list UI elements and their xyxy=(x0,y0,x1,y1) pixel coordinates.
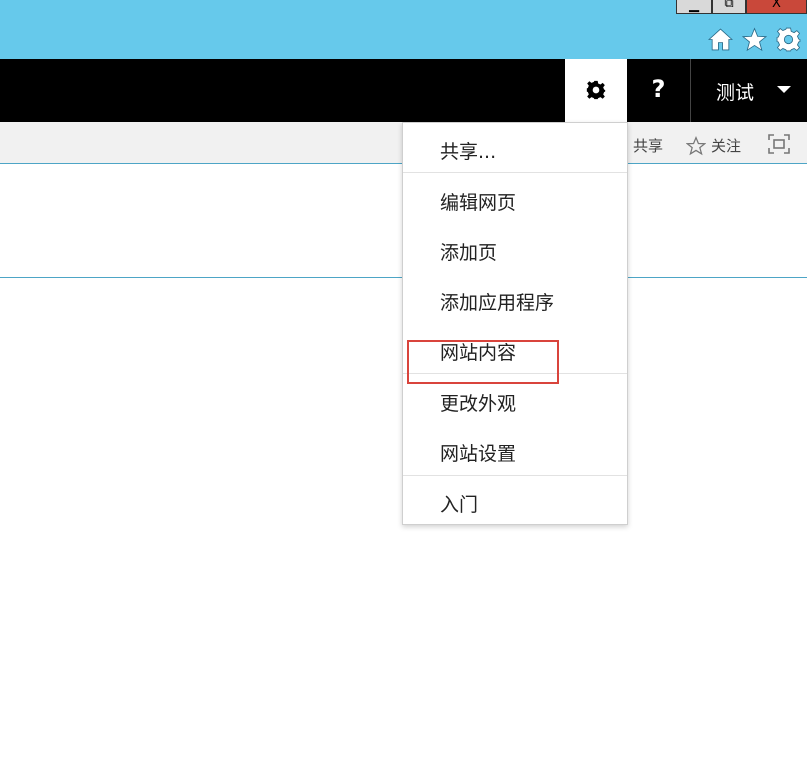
menu-item-edit-page[interactable]: 编辑网页 xyxy=(440,188,516,215)
favorites-star-icon[interactable] xyxy=(742,27,767,52)
star-outline-icon xyxy=(686,135,706,155)
menu-item-add-app[interactable]: 添加应用程序 xyxy=(440,288,554,315)
menu-item-add-page[interactable]: 添加页 xyxy=(440,238,497,265)
browser-toolbar-icons xyxy=(708,27,801,52)
caret-down-icon xyxy=(777,86,791,93)
menu-item-site-settings[interactable]: 网站设置 xyxy=(440,439,516,466)
share-label: 共享 xyxy=(633,137,664,155)
browser-chrome: ▁ ⧉ X xyxy=(0,0,807,59)
user-menu-button[interactable]: 测试 xyxy=(691,59,807,122)
highlight-box xyxy=(407,340,559,384)
focus-content-icon xyxy=(768,134,790,154)
user-name: 测试 xyxy=(716,82,755,104)
menu-separator xyxy=(403,475,627,476)
window-restore-button[interactable]: ⧉ xyxy=(712,0,746,14)
window-close-button[interactable]: X xyxy=(746,0,807,14)
minimize-icon: ▁ xyxy=(689,0,699,13)
menu-separator xyxy=(403,172,627,173)
menu-item-share[interactable]: 共享... xyxy=(440,137,496,164)
help-button[interactable]: ? xyxy=(627,59,690,122)
close-icon: X xyxy=(772,0,781,11)
window-minimize-button[interactable]: ▁ xyxy=(676,0,712,14)
menu-item-getting-started[interactable]: 入门 xyxy=(440,490,478,517)
restore-icon: ⧉ xyxy=(724,0,734,11)
menu-item-change-look[interactable]: 更改外观 xyxy=(440,389,516,416)
follow-label: 关注 xyxy=(711,137,742,155)
focus-content-button[interactable] xyxy=(768,134,790,154)
tools-gear-icon[interactable] xyxy=(776,27,801,52)
settings-menu: 共享... 编辑网页 添加页 添加应用程序 网站内容 更改外观 网站设置 入门 xyxy=(402,122,628,525)
gear-icon xyxy=(586,80,606,100)
settings-button[interactable] xyxy=(565,59,627,122)
home-icon[interactable] xyxy=(708,27,733,52)
follow-button[interactable]: 关注 xyxy=(686,135,741,156)
